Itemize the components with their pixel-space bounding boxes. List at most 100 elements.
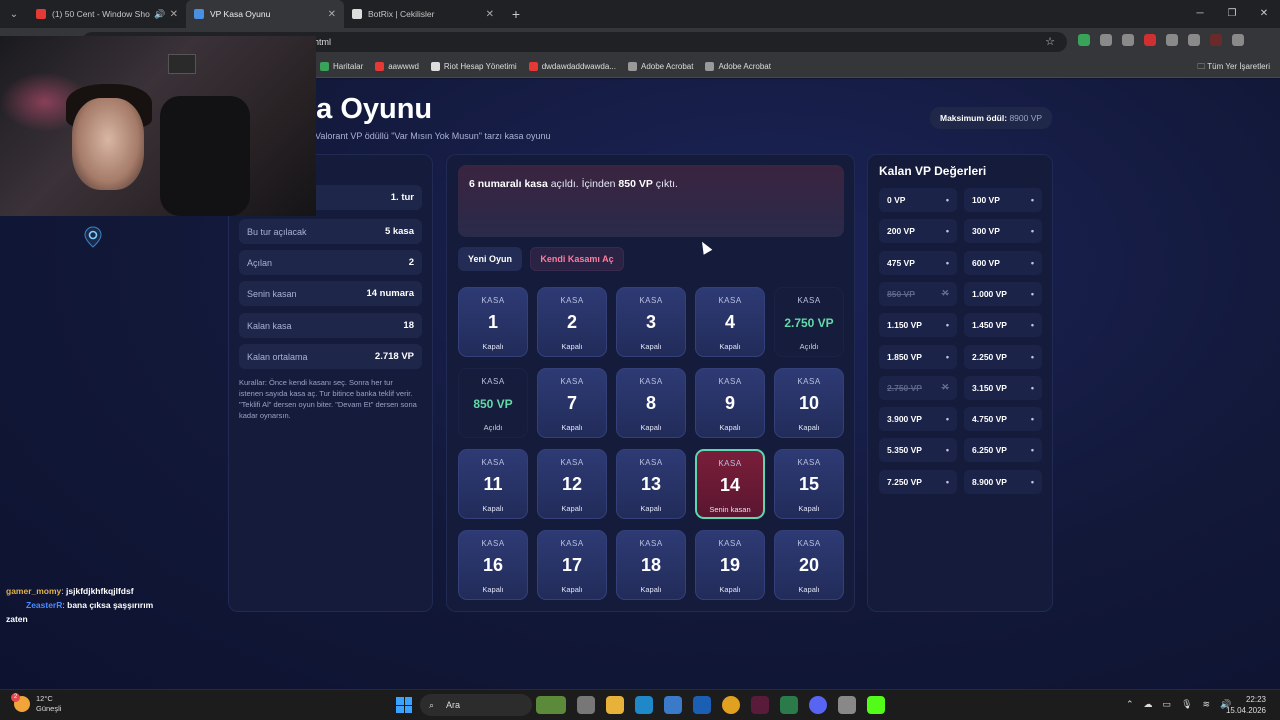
vp-value-item: 1.000 VP • xyxy=(964,281,1042,306)
botrix-icon xyxy=(352,9,362,19)
vp-amount: 300 VP xyxy=(972,226,1000,237)
puzzle-icon[interactable] xyxy=(1166,34,1178,46)
remaining-dot-icon: • xyxy=(1030,320,1034,331)
case-box[interactable]: KASA 3 Kapalı xyxy=(616,287,686,357)
case-box[interactable]: KASA 9 Kapalı xyxy=(695,368,765,438)
speaker-icon[interactable]: 🔊 xyxy=(154,9,165,20)
all-bookmarks[interactable]: 🗀 Tüm Yer İşaretleri xyxy=(1197,61,1270,75)
vp-value-item: 8.900 VP • xyxy=(964,469,1042,494)
bookmark-item[interactable]: dwdawdaddwawda... xyxy=(528,61,616,71)
chat-message: ZeasterR: bana çıksa şaşşırırım zaten xyxy=(6,600,154,624)
extension-icon[interactable] xyxy=(1100,34,1112,46)
new-tab-button[interactable]: + xyxy=(502,6,530,22)
tab-botrix[interactable]: BotRix | Cekilisler ✕ xyxy=(344,0,502,28)
case-box[interactable]: KASA 17 Kapalı xyxy=(537,530,607,600)
case-value: 13 xyxy=(640,474,662,494)
vp-amount: 1.450 VP xyxy=(972,320,1007,331)
maximize-icon[interactable]: ❐ xyxy=(1216,0,1248,28)
location-pin-icon xyxy=(84,226,102,248)
weather-widget[interactable]: 2 12°C Güneşli xyxy=(11,693,61,714)
case-label: KASA xyxy=(639,296,663,305)
tab-youtube[interactable]: (1) 50 Cent - Window Shopp 🔊 ✕ xyxy=(28,0,186,28)
file-explorer-icon[interactable] xyxy=(606,696,624,714)
case-box[interactable]: KASA 18 Kapalı xyxy=(616,530,686,600)
task-view-icon[interactable] xyxy=(577,696,595,714)
edge-icon[interactable] xyxy=(635,696,653,714)
bookmark-item[interactable]: aawwwd xyxy=(375,61,419,71)
case-box[interactable]: KASA 20 Kapalı xyxy=(774,530,844,600)
extension-icon[interactable] xyxy=(1122,34,1134,46)
case-status: Kapalı xyxy=(561,504,583,513)
case-status: Kapalı xyxy=(482,585,504,594)
case-status: Kapalı xyxy=(798,504,820,513)
microphone-icon[interactable]: 🎙 xyxy=(1181,699,1192,710)
case-label: KASA xyxy=(560,458,584,467)
case-box[interactable]: KASA 15 Kapalı xyxy=(774,449,844,519)
vp-value-item: 0 VP • xyxy=(879,188,957,212)
bookmark-star-icon[interactable]: ☆ xyxy=(1045,32,1055,52)
vp-amount: 100 VP xyxy=(972,195,1000,205)
vp-value-item: 1.850 VP • xyxy=(879,344,957,369)
minimize-icon[interactable]: ─ xyxy=(1184,0,1216,28)
bookmark-item[interactable]: Adobe Acrobat xyxy=(627,61,693,71)
site-favicon-icon xyxy=(194,9,204,19)
case-status: Senin kasan xyxy=(709,505,751,514)
case-box[interactable]: KASA 10 Kapalı xyxy=(774,368,844,438)
chevron-up-icon[interactable]: ⌃ xyxy=(1126,699,1134,710)
app-icon[interactable] xyxy=(780,696,798,714)
bookmark-item[interactable]: Adobe Acrobat xyxy=(705,61,771,71)
notification-badge: 2 xyxy=(11,693,20,702)
more-options-icon[interactable] xyxy=(1232,34,1244,46)
case-status: Kapalı xyxy=(798,423,820,432)
cloud-icon[interactable]: ☁ xyxy=(1144,699,1153,710)
video-editor-icon[interactable] xyxy=(751,696,769,714)
wifi-icon[interactable]: ≋ xyxy=(1203,699,1211,710)
bookmark-item[interactable]: Haritalar xyxy=(320,61,363,71)
case-box[interactable]: KASA 11 Kapalı xyxy=(458,449,528,519)
case-box[interactable]: KASA 8 Kapalı xyxy=(616,368,686,438)
case-box[interactable]: KASA 7 Kapalı xyxy=(537,368,607,438)
case-box[interactable]: KASA 2 Kapalı xyxy=(537,287,607,357)
case-box[interactable]: KASA 13 Kapalı xyxy=(616,449,686,519)
profile-icon[interactable] xyxy=(1210,34,1222,46)
rules-text: Kurallar: Önce kendi kasanı seç. Sonra h… xyxy=(239,378,417,420)
new-game-button[interactable]: Yeni Oyun xyxy=(458,247,522,271)
vp-amount: 475 VP xyxy=(887,257,915,268)
windows-start-icon[interactable] xyxy=(396,697,412,713)
globe-icon xyxy=(705,61,715,71)
remaining-dot-icon: • xyxy=(945,351,949,362)
store-icon[interactable] xyxy=(664,696,682,714)
case-box[interactable]: KASA 1 Kapalı xyxy=(458,287,528,357)
close-tab-icon[interactable]: ✕ xyxy=(486,9,494,20)
vp-amount: 600 VP xyxy=(972,257,1000,268)
riot-icon xyxy=(430,61,440,71)
chrome-icon[interactable] xyxy=(722,696,740,714)
case-status: Kapalı xyxy=(640,342,662,351)
case-box[interactable]: KASA 4 Kapalı xyxy=(695,287,765,357)
open-my-box-button[interactable]: Kendi Kasamı Aç xyxy=(530,247,624,271)
tab-vp-kasa[interactable]: VP Kasa Oyunu ✕ xyxy=(186,0,344,28)
taskbar-search[interactable]: ⌕ Ara xyxy=(420,694,532,716)
shield-extension-icon[interactable] xyxy=(1078,34,1090,46)
case-label: KASA xyxy=(639,377,663,386)
outlook-icon[interactable] xyxy=(693,696,711,714)
case-box[interactable]: KASA 19 Kapalı xyxy=(695,530,765,600)
case-status: Kapalı xyxy=(719,342,741,351)
network-icon[interactable]: ▭ xyxy=(1163,699,1172,710)
remaining-dot-icon: • xyxy=(945,226,949,237)
tab-list-dropdown[interactable]: ⌄ xyxy=(0,9,28,20)
settings-icon[interactable] xyxy=(838,696,856,714)
close-window-icon[interactable]: ✕ xyxy=(1248,0,1280,28)
case-box[interactable]: KASA 16 Kapalı xyxy=(458,530,528,600)
bookmark-item[interactable]: Riot Hesap Yönetimi xyxy=(430,61,517,71)
widget-icon[interactable] xyxy=(536,696,566,714)
close-tab-icon[interactable]: ✕ xyxy=(170,9,178,20)
extension-icon[interactable] xyxy=(1144,34,1156,46)
case-label: KASA xyxy=(481,296,505,305)
menu-icon[interactable] xyxy=(1188,34,1200,46)
case-box[interactable]: KASA 12 Kapalı xyxy=(537,449,607,519)
close-tab-icon[interactable]: ✕ xyxy=(328,9,336,20)
clock[interactable]: 22:23 15.04.2026 xyxy=(1226,694,1266,716)
discord-icon[interactable] xyxy=(809,696,827,714)
kick-icon[interactable] xyxy=(867,696,885,714)
